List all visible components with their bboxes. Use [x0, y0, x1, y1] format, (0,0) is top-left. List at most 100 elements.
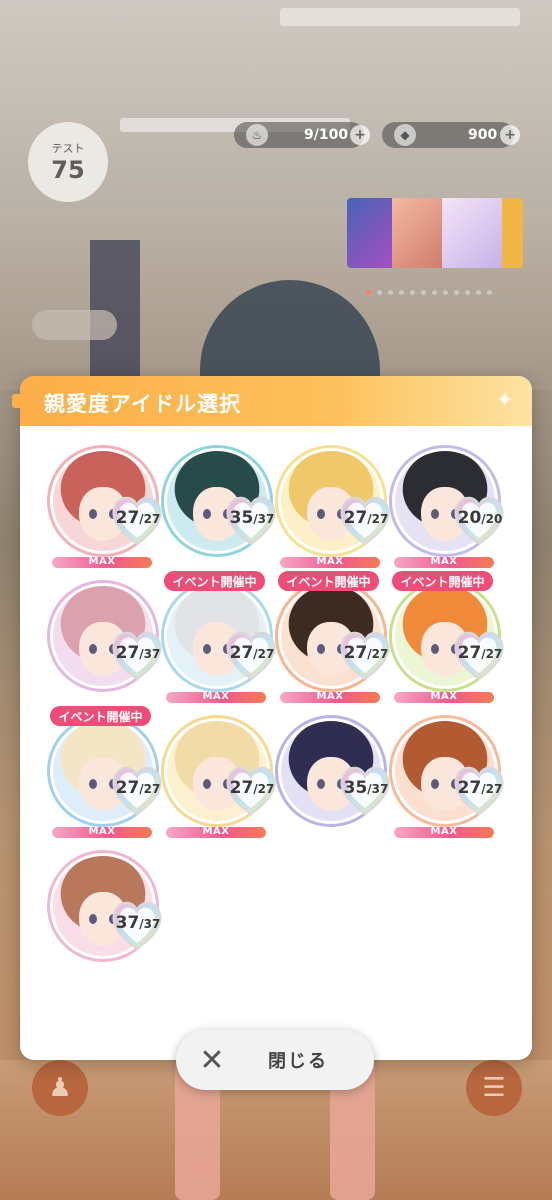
affection-level: 27/27 — [338, 643, 394, 663]
idol-card[interactable]: 27/27 MAX — [50, 448, 164, 588]
idol-card[interactable]: イベント開催中 27/27 MAX — [164, 571, 278, 723]
dialog-title: 親愛度アイドル選択 — [44, 392, 241, 416]
clock-gauge[interactable]: テスト 75 — [28, 122, 108, 202]
side-menu-button[interactable] — [32, 310, 117, 340]
sparkle-icon: ✦ — [495, 388, 514, 413]
menu-button[interactable]: ☰ — [466, 1060, 522, 1116]
gem-counter[interactable]: ◆ 900 + — [382, 122, 520, 148]
affection-bar: MAX — [52, 556, 152, 568]
idol-card[interactable]: 27/37 — [50, 583, 164, 723]
stamina-icon: ♨ — [246, 124, 268, 146]
affection-current: 27 — [115, 778, 140, 798]
chess-piece-icon: ♟ — [48, 1073, 72, 1103]
affection-bar-label: MAX — [316, 691, 344, 702]
affection-bar: MAX — [166, 826, 266, 838]
affection-max: /37 — [253, 512, 275, 526]
idol-eye — [431, 509, 439, 519]
idol-eye — [89, 914, 97, 924]
affection-current: 27 — [457, 643, 482, 663]
affection-bar-label: MAX — [316, 556, 344, 567]
affection-level: 20/20 — [452, 508, 508, 528]
affection-max: /37 — [139, 917, 161, 931]
affection-bar: MAX — [166, 691, 266, 703]
chess-piece-button[interactable]: ♟ — [32, 1060, 88, 1116]
idol-eye — [317, 644, 325, 654]
affection-level: 37/37 — [110, 913, 166, 933]
event-banner[interactable] — [347, 198, 523, 268]
affection-max: /20 — [481, 512, 503, 526]
pagination-dot[interactable] — [476, 290, 481, 295]
pagination-dot[interactable] — [388, 290, 393, 295]
affection-bar-label: MAX — [202, 826, 230, 837]
pagination-dot[interactable] — [432, 290, 437, 295]
stamina-plus-button[interactable]: + — [350, 125, 370, 145]
affection-current: 27 — [229, 643, 254, 663]
banner-side-tab[interactable] — [502, 198, 523, 268]
affection-max: /27 — [253, 782, 275, 796]
affection-current: 27 — [343, 643, 368, 663]
pagination-dot[interactable] — [399, 290, 404, 295]
pagination-dot[interactable] — [487, 290, 492, 295]
gem-plus-button[interactable]: + — [500, 125, 520, 145]
pagination-dot[interactable] — [421, 290, 426, 295]
affection-max: /27 — [367, 512, 389, 526]
affection-current: 27 — [343, 508, 368, 528]
affection-bar-label: MAX — [430, 826, 458, 837]
stamina-value: 9/100 — [304, 127, 349, 143]
affection-current: 27 — [115, 508, 140, 528]
idol-eye — [89, 509, 97, 519]
idol-card[interactable]: 27/27 MAX — [278, 448, 392, 588]
affection-bar: MAX — [280, 556, 380, 568]
banner-image — [392, 198, 442, 268]
affection-level: 27/27 — [110, 508, 166, 528]
menu-icon: ☰ — [482, 1073, 506, 1103]
idol-card[interactable]: 37/37 — [50, 853, 164, 993]
affection-bar-label: MAX — [430, 556, 458, 567]
affection-level: 27/37 — [110, 643, 166, 663]
idol-card[interactable]: イベント開催中 27/27 MAX — [50, 706, 166, 858]
idol-card[interactable]: イベント開催中 27/27 MAX — [278, 571, 394, 723]
affection-max: /27 — [481, 782, 503, 796]
idol-eye — [89, 644, 97, 654]
header-tab — [12, 394, 24, 408]
idol-card[interactable]: イベント開催中 27/27 MAX — [392, 571, 506, 723]
pagination-dot[interactable] — [465, 290, 470, 295]
pagination-dot[interactable] — [454, 290, 459, 295]
affection-level: 35/37 — [338, 778, 394, 798]
affection-level: 35/37 — [224, 508, 280, 528]
stamina-counter[interactable]: ♨ 9/100 + — [234, 122, 370, 148]
idol-card[interactable]: 27/27 MAX — [164, 718, 278, 858]
idol-card[interactable]: 35/37 — [278, 718, 392, 858]
pagination-dot[interactable] — [366, 290, 371, 295]
affection-level: 27/27 — [452, 778, 508, 798]
affection-current: 27 — [115, 643, 140, 663]
idol-eye — [89, 779, 97, 789]
pagination-dot[interactable] — [410, 290, 415, 295]
affection-level: 27/27 — [110, 778, 166, 798]
affection-max: /27 — [367, 647, 389, 661]
affection-bar-label: MAX — [88, 556, 116, 567]
idol-card[interactable]: 27/27 MAX — [392, 718, 506, 858]
idol-card[interactable]: 20/20 MAX — [392, 448, 506, 588]
affection-level: 27/27 — [224, 778, 280, 798]
idol-eye — [203, 779, 211, 789]
clock-value: 75 — [51, 156, 85, 184]
pagination-dot[interactable] — [443, 290, 448, 295]
gem-value: 900 — [468, 127, 498, 143]
idol-eye — [317, 509, 325, 519]
pagination-dot[interactable] — [377, 290, 382, 295]
idol-eye — [431, 779, 439, 789]
close-icon: ✕ — [199, 1042, 225, 1078]
affection-max: /27 — [481, 647, 503, 661]
gem-icon: ◆ — [394, 124, 416, 146]
affection-max: /27 — [139, 512, 161, 526]
affection-bar: MAX — [394, 556, 494, 568]
affection-bar: MAX — [52, 826, 152, 838]
affection-max: /37 — [367, 782, 389, 796]
event-badge: イベント開催中 — [278, 571, 379, 591]
affection-max: /27 — [139, 782, 161, 796]
close-button[interactable]: ✕ 閉じる — [176, 1030, 374, 1090]
close-label: 閉じる — [268, 1051, 328, 1072]
idol-card[interactable]: 35/37 — [164, 448, 278, 588]
idol-eye — [203, 509, 211, 519]
